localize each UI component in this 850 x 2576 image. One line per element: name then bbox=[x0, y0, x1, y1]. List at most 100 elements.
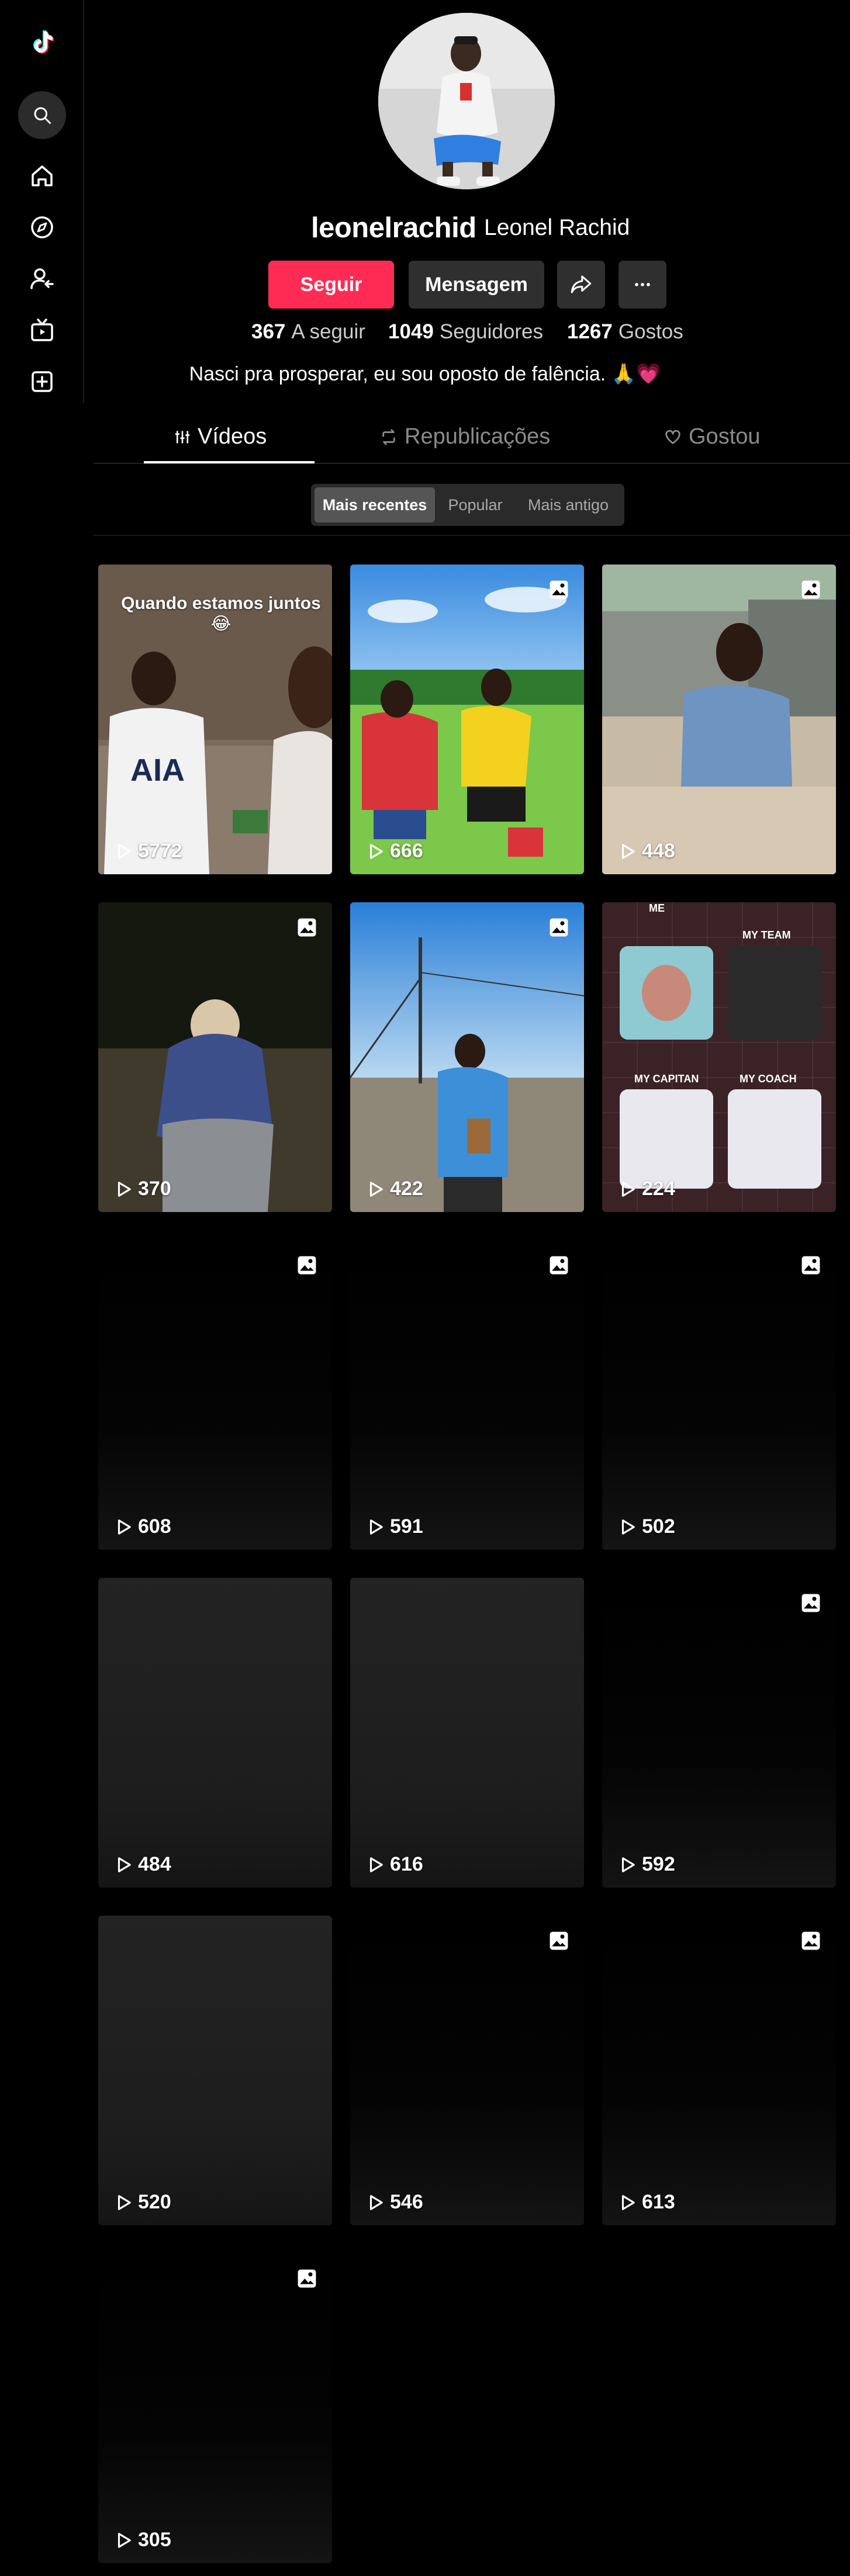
view-count-value: 5772 bbox=[138, 840, 182, 862]
view-count: 591 bbox=[367, 1515, 423, 1538]
video-caption: Quando estamos juntos 😂 bbox=[121, 594, 321, 633]
video-card[interactable]: 591 bbox=[350, 1240, 584, 1550]
play-icon bbox=[118, 1857, 131, 1872]
video-card[interactable]: 422 bbox=[350, 902, 584, 1212]
play-icon bbox=[369, 1857, 383, 1872]
video-thumbnail: ME MY TEAM MY CAPITAN MY COACH bbox=[602, 902, 836, 1212]
sort-oldest[interactable]: Mais antigo bbox=[516, 487, 621, 522]
view-count: 616 bbox=[367, 1853, 423, 1876]
view-count: 520 bbox=[115, 2191, 171, 2214]
video-card[interactable]: 484 bbox=[98, 1578, 332, 1888]
sort-divider bbox=[94, 535, 850, 536]
video-card[interactable]: 305 bbox=[98, 2253, 332, 2563]
view-count: 422 bbox=[367, 1178, 423, 1200]
view-count-value: 608 bbox=[138, 1515, 171, 1538]
view-count: 305 bbox=[115, 2529, 171, 2551]
video-card[interactable]: ME MY TEAM MY CAPITAN MY COACH 224 bbox=[602, 902, 836, 1212]
grid-bars-icon bbox=[175, 431, 190, 443]
view-count: 546 bbox=[367, 2191, 423, 2214]
photo-post-icon bbox=[550, 1931, 568, 1950]
view-count: 613 bbox=[619, 2191, 675, 2214]
stat-value: 367 bbox=[251, 320, 286, 343]
stat-label: Gostos bbox=[618, 320, 683, 343]
play-icon bbox=[369, 2194, 383, 2210]
view-count-value: 422 bbox=[390, 1178, 423, 1200]
stat-followers[interactable]: 1049 Seguidores bbox=[388, 320, 543, 344]
video-card[interactable]: 520 bbox=[98, 1916, 332, 2225]
tab-videos[interactable]: Vídeos bbox=[174, 424, 267, 449]
active-tab-indicator bbox=[144, 461, 315, 463]
view-count-value: 592 bbox=[642, 1853, 675, 1875]
view-count-value: 305 bbox=[138, 2529, 171, 2551]
profile-stats: 367 A seguir 1049 Seguidores 1267 Gostos bbox=[0, 320, 850, 349]
search-button[interactable] bbox=[18, 91, 66, 139]
play-icon bbox=[621, 2194, 635, 2210]
tab-liked[interactable]: Gostou bbox=[664, 424, 761, 449]
video-card[interactable]: 666 bbox=[350, 565, 584, 874]
video-card[interactable]: 448 bbox=[602, 565, 836, 874]
video-thumbnail bbox=[98, 902, 332, 1212]
video-card[interactable]: 608 bbox=[98, 1240, 332, 1550]
avatar bbox=[378, 13, 555, 189]
view-count-value: 502 bbox=[642, 1515, 675, 1538]
more-dots-icon bbox=[635, 283, 650, 286]
tab-reposts[interactable]: Republicações bbox=[380, 424, 550, 449]
video-card[interactable]: 616 bbox=[350, 1578, 584, 1888]
video-card[interactable]: 370 bbox=[98, 902, 332, 1212]
explore-icon bbox=[31, 216, 53, 238]
play-icon bbox=[369, 843, 383, 859]
video-card[interactable]: 546 bbox=[350, 1916, 584, 2225]
share-button[interactable] bbox=[557, 261, 605, 309]
play-icon bbox=[118, 1519, 131, 1535]
avatar-image bbox=[378, 13, 555, 189]
follow-button[interactable]: Seguir bbox=[268, 261, 394, 309]
stat-label: A seguir bbox=[291, 320, 365, 343]
view-count: 5772 bbox=[115, 840, 182, 863]
view-count-value: 520 bbox=[138, 2191, 171, 2213]
view-count: 370 bbox=[115, 1178, 171, 1200]
video-card[interactable]: 592 bbox=[602, 1578, 836, 1888]
message-button[interactable]: Mensagem bbox=[409, 261, 544, 309]
view-count: 608 bbox=[115, 1515, 171, 1538]
photo-post-icon bbox=[801, 1931, 820, 1950]
repost-icon bbox=[382, 428, 395, 445]
view-count: 484 bbox=[115, 1853, 171, 1876]
video-card[interactable]: 613 bbox=[602, 1916, 836, 2225]
photo-post-icon bbox=[550, 918, 568, 937]
view-count: 666 bbox=[367, 840, 423, 863]
sort-popular[interactable]: Popular bbox=[437, 487, 513, 522]
view-count-value: 224 bbox=[642, 1178, 675, 1200]
tab-label: Republicações bbox=[405, 424, 551, 449]
photo-post-icon bbox=[550, 1256, 568, 1275]
profile-tabs: Vídeos Republicações Gostou bbox=[94, 417, 850, 464]
more-options-button[interactable] bbox=[619, 261, 666, 309]
view-count-value: 448 bbox=[642, 840, 675, 862]
following-icon bbox=[30, 268, 54, 289]
play-icon bbox=[369, 1181, 383, 1197]
photo-post-icon bbox=[801, 580, 820, 599]
view-count: 224 bbox=[619, 1178, 675, 1200]
view-count-value: 666 bbox=[390, 840, 423, 862]
play-icon bbox=[118, 2532, 131, 2548]
stat-label: Seguidores bbox=[439, 320, 543, 343]
view-count-value: 484 bbox=[138, 1853, 171, 1875]
video-card[interactable]: 502 bbox=[602, 1240, 836, 1550]
view-count: 592 bbox=[619, 1853, 675, 1876]
video-card[interactable]: AIA Quando estamos juntos 😂 5772 bbox=[98, 565, 332, 874]
profile-bio: Nasci pra prosperar, eu sou oposto de fa… bbox=[189, 363, 661, 385]
play-icon bbox=[621, 843, 635, 859]
view-count-value: 370 bbox=[138, 1178, 171, 1200]
stat-following[interactable]: 367 A seguir bbox=[251, 320, 365, 344]
sort-control: Mais recentes Popular Mais antigo bbox=[311, 484, 624, 526]
nav-explore[interactable] bbox=[23, 209, 61, 246]
sort-latest[interactable]: Mais recentes bbox=[315, 487, 435, 522]
photo-post-icon bbox=[298, 2269, 316, 2288]
nav-home[interactable] bbox=[23, 157, 61, 195]
tiktok-logo[interactable] bbox=[23, 23, 61, 61]
nav-following[interactable] bbox=[23, 260, 61, 297]
view-count-value: 591 bbox=[390, 1515, 423, 1538]
video-thumbnail bbox=[350, 902, 584, 1212]
tab-label: Gostou bbox=[689, 424, 761, 449]
profile-username: leonelrachid bbox=[311, 212, 476, 244]
play-icon bbox=[369, 1519, 383, 1535]
